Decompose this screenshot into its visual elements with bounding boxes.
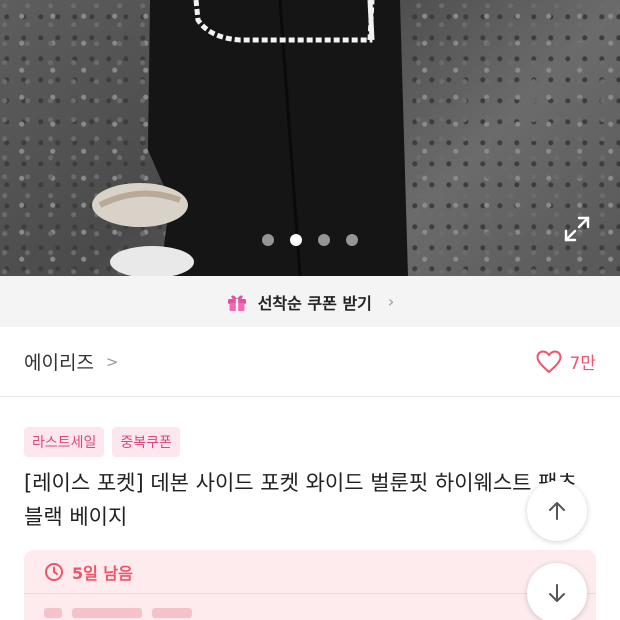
carousel-dot-active[interactable] xyxy=(290,234,302,246)
arrow-down-icon xyxy=(549,584,565,602)
scroll-up-button[interactable] xyxy=(527,481,587,541)
product-tags: 라스트세일 중복쿠폰 xyxy=(24,427,180,457)
like-count: 7만 xyxy=(569,354,596,374)
gift-icon xyxy=(227,295,246,311)
tag-badge: 중복쿠폰 xyxy=(112,427,180,457)
brand-row: 에이리즈 > 7만 xyxy=(0,327,620,397)
tag-badge: 라스트세일 xyxy=(24,427,105,457)
deadline-box: 5일 남음 xyxy=(24,550,596,620)
product-title: [레이스 포켓] 데본 사이드 포켓 와이드 벌룬핏 하이웨스트 팬츠 블랙 베… xyxy=(24,471,577,529)
like-button[interactable]: 7만 xyxy=(536,349,596,374)
carousel-dot[interactable] xyxy=(318,234,330,246)
clock-icon xyxy=(45,562,63,581)
brand-name: 에이리즈 xyxy=(24,352,94,374)
carousel-indicator xyxy=(262,234,358,246)
deadline-label: 5일 남음 xyxy=(72,563,133,583)
scroll-down-button[interactable] xyxy=(527,563,587,620)
expand-icon[interactable] xyxy=(562,214,592,244)
arrow-up-icon xyxy=(549,502,565,520)
coupon-banner[interactable]: 선착순 쿠폰 받기 › xyxy=(0,276,620,327)
coupon-label: 선착순 쿠폰 받기 xyxy=(257,293,372,313)
brand-link[interactable]: 에이리즈 > xyxy=(24,348,119,375)
carousel-dot[interactable] xyxy=(262,234,274,246)
chevron-right-icon: > xyxy=(105,352,119,371)
heart-icon xyxy=(536,349,562,373)
chevron-right-icon: › xyxy=(387,292,395,311)
deadline-detail xyxy=(44,608,244,620)
carousel-dot[interactable] xyxy=(346,234,358,246)
product-image-carousel[interactable] xyxy=(0,0,620,276)
